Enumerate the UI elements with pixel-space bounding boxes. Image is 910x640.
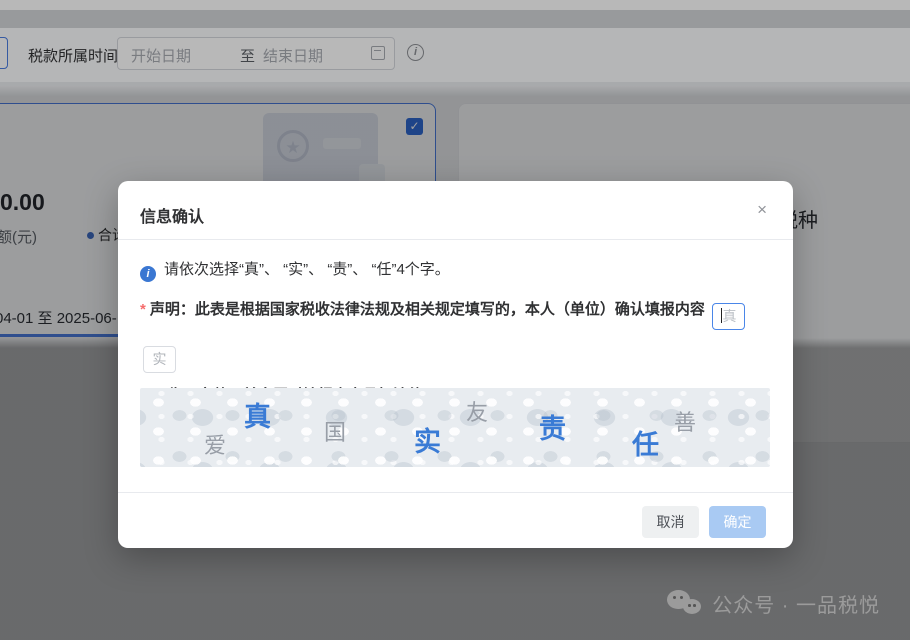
close-icon[interactable]: ×	[757, 201, 767, 218]
dialog-footer: 取消 确定	[118, 492, 793, 548]
dialog-title: 信息确认	[140, 203, 204, 227]
confirm-button[interactable]: 确定	[709, 506, 766, 538]
captcha-char-you[interactable]: 友	[466, 395, 488, 427]
dialog-header: 信息确认 ×	[118, 181, 793, 240]
captcha-char-shi[interactable]: 实	[414, 420, 441, 459]
captcha-input-1[interactable]: 真	[712, 303, 745, 330]
captcha-char-ren[interactable]: 任	[632, 423, 659, 462]
hint-text: 请依次选择“真”、 “实”、 “责”、 “任”4个字。	[164, 261, 450, 278]
info-confirm-dialog: 信息确认 × i 请依次选择“真”、 “实”、 “责”、 “任”4个字。 *声明：…	[118, 181, 793, 548]
info-filled-icon: i	[140, 266, 156, 282]
captcha-char-guo[interactable]: 国	[324, 415, 346, 447]
declaration-line1: *声明：此表是根据国家税收法律法规及相关规定填写的，本人（单位）确认填报内容 真…	[140, 288, 776, 374]
text-caret	[721, 308, 722, 323]
wechat-icon	[667, 590, 703, 617]
captcha-char-ze[interactable]: 责	[539, 407, 566, 446]
captcha-char-zhen[interactable]: 真	[244, 395, 271, 434]
watermark-text: 公众号 · 一品税悦	[712, 589, 880, 618]
cancel-button[interactable]: 取消	[642, 506, 699, 538]
watermark: 公众号 · 一品税悦	[667, 589, 880, 618]
required-asterisk: *	[140, 301, 146, 318]
captcha-char-ai[interactable]: 爱	[204, 428, 226, 460]
captcha-char-shan[interactable]: 善	[674, 405, 696, 437]
hint-row: i 请依次选择“真”、 “实”、 “责”、 “任”4个字。	[140, 258, 450, 282]
captcha-image[interactable]: 爱 真 国 实 友 责 任 善	[140, 388, 770, 467]
captcha-input-2[interactable]: 实	[143, 346, 176, 373]
